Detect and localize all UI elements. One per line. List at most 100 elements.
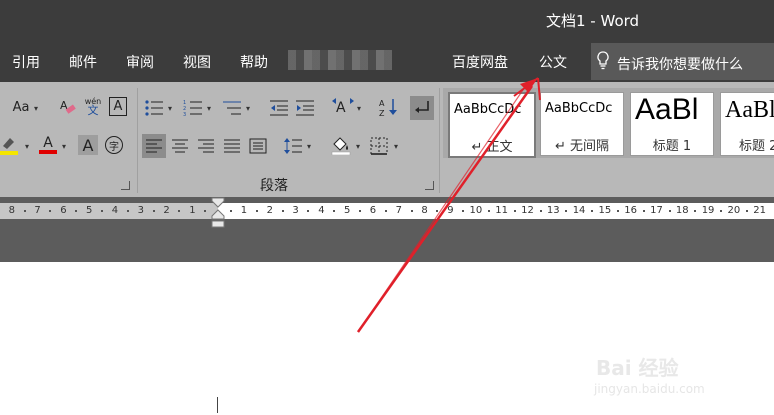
chevron-down-icon: ▾: [62, 142, 67, 151]
ruler-tick: [23, 210, 26, 212]
ruler-number: 15: [598, 205, 612, 216]
tab-review[interactable]: 审阅: [126, 52, 154, 72]
ruler-number: 3: [137, 205, 144, 216]
change-case-button[interactable]: Aa: [8, 97, 34, 117]
style-heading-1[interactable]: AaBl 标题 1: [630, 92, 714, 156]
indent-marker-icon[interactable]: [211, 197, 225, 229]
ruler-tick: [204, 210, 207, 212]
chevron-down-icon: ▾: [394, 142, 399, 151]
ruler-tick: [487, 210, 490, 212]
ruler-number: 1: [189, 205, 196, 216]
ruler-number: 4: [111, 205, 119, 216]
phonetic-bottom: 文: [87, 104, 99, 117]
multilevel-list-icon[interactable]: [222, 98, 242, 118]
ruler-number: 18: [675, 205, 689, 216]
ruler-number: 10: [469, 205, 483, 216]
numbering-icon[interactable]: 123: [183, 98, 203, 118]
style-sample: AaBbCcDc: [454, 102, 522, 117]
ruler-number: 5: [344, 205, 351, 216]
ruler-tick: [126, 210, 129, 212]
ruler-number: 7: [395, 205, 402, 216]
change-case-label: Aa: [12, 99, 30, 115]
ruler-tick: [462, 210, 465, 212]
style-heading-2[interactable]: AaBl 标题 2: [720, 92, 774, 156]
line-spacing-icon[interactable]: [283, 136, 303, 156]
character-shading-button[interactable]: A: [78, 135, 98, 155]
asian-layout-icon[interactable]: A: [330, 97, 356, 117]
tell-me-text: 告诉我你想要做什么: [617, 57, 743, 73]
ruler-tick: [642, 210, 645, 212]
blurred-tab-label: [288, 50, 392, 70]
ruler-number: 14: [572, 205, 586, 216]
chevron-down-icon: ▾: [356, 142, 361, 151]
tab-help[interactable]: 帮助: [240, 52, 268, 72]
font-dialog-launcher[interactable]: [121, 181, 130, 190]
ruler-number: 3: [292, 205, 299, 216]
svg-text:A: A: [379, 99, 385, 108]
svg-text:3: 3: [183, 112, 186, 117]
paragraph-dialog-launcher[interactable]: [425, 181, 434, 190]
tab-baidu-netdisk[interactable]: 百度网盘: [452, 52, 508, 72]
character-border-button[interactable]: A: [109, 97, 127, 116]
ruler-number: 11: [495, 205, 509, 216]
ruler-tick: [668, 210, 671, 212]
enclose-characters-button[interactable]: 字: [104, 135, 124, 155]
sort-icon[interactable]: AZ: [379, 97, 399, 117]
svg-text:Z: Z: [379, 109, 385, 117]
align-left-icon[interactable]: [142, 134, 166, 158]
ruler-number: 8: [8, 205, 15, 216]
bullets-icon[interactable]: [144, 98, 164, 118]
style-no-spacing[interactable]: AaBbCcDc ↵ 无间隔: [540, 92, 624, 156]
ruler-number: 17: [650, 205, 663, 216]
tab-gongwen[interactable]: 公文: [539, 52, 567, 72]
tab-view[interactable]: 视图: [183, 52, 211, 72]
font-color-button[interactable]: A: [38, 135, 58, 155]
tab-mailings[interactable]: 邮件: [69, 52, 97, 72]
chevron-down-icon: ▾: [307, 142, 312, 151]
watermark-url: jingyan.baidu.com: [594, 382, 705, 396]
style-name: ↵ 无间隔: [554, 139, 610, 154]
ruler-number: 16: [624, 205, 638, 216]
style-sample: AaBl: [725, 97, 774, 123]
chevron-down-icon: ▾: [34, 104, 39, 113]
ruler-number: 6: [369, 205, 377, 216]
borders-icon[interactable]: [369, 136, 389, 156]
tell-me-search[interactable]: 告诉我你想要做什么: [591, 43, 774, 80]
ruler-number: 7: [34, 205, 41, 216]
ruler-tick: [229, 210, 232, 212]
ruler-tick: [281, 210, 284, 212]
highlight-color-button[interactable]: [0, 135, 18, 155]
shading-icon[interactable]: [331, 135, 351, 155]
chevron-down-icon: ▾: [207, 104, 212, 113]
style-name: ↵ 正文: [471, 140, 513, 155]
ruler-number: 20: [727, 205, 741, 216]
align-right-icon[interactable]: [196, 136, 216, 156]
ruler-tick: [152, 210, 155, 212]
ruler-tick: [410, 210, 413, 212]
style-normal[interactable]: AaBbCcDc ↵ 正文: [448, 92, 536, 158]
tab-references[interactable]: 引用: [12, 52, 40, 72]
increase-indent-icon[interactable]: [295, 98, 315, 118]
justify-icon[interactable]: [222, 136, 242, 156]
distributed-icon[interactable]: [248, 136, 268, 156]
font-color-bar: [39, 150, 57, 154]
ruler-tick: [513, 210, 516, 212]
ruler-number: 9: [447, 205, 454, 216]
eraser-icon[interactable]: A: [58, 97, 78, 117]
phonetic-guide-button[interactable]: wén 文: [83, 96, 103, 116]
ruler-number: 2: [163, 205, 170, 216]
ruler-tick: [591, 210, 594, 212]
ruler-tick: [49, 210, 52, 212]
show-paragraph-marks-icon[interactable]: [410, 96, 434, 120]
watermark-logo: Bai 经验: [596, 356, 679, 380]
font-color-label: A: [43, 135, 53, 151]
ruler-number: 19: [701, 205, 715, 216]
align-center-icon[interactable]: [170, 136, 190, 156]
ruler-tick: [539, 210, 542, 212]
document-gray-margin: [0, 228, 774, 262]
ruler-tick: [720, 210, 723, 212]
decrease-indent-icon[interactable]: [269, 98, 289, 118]
ruler-number: 12: [521, 205, 534, 216]
ruler-number: 13: [546, 205, 560, 216]
ruler-number: 6: [60, 205, 67, 216]
